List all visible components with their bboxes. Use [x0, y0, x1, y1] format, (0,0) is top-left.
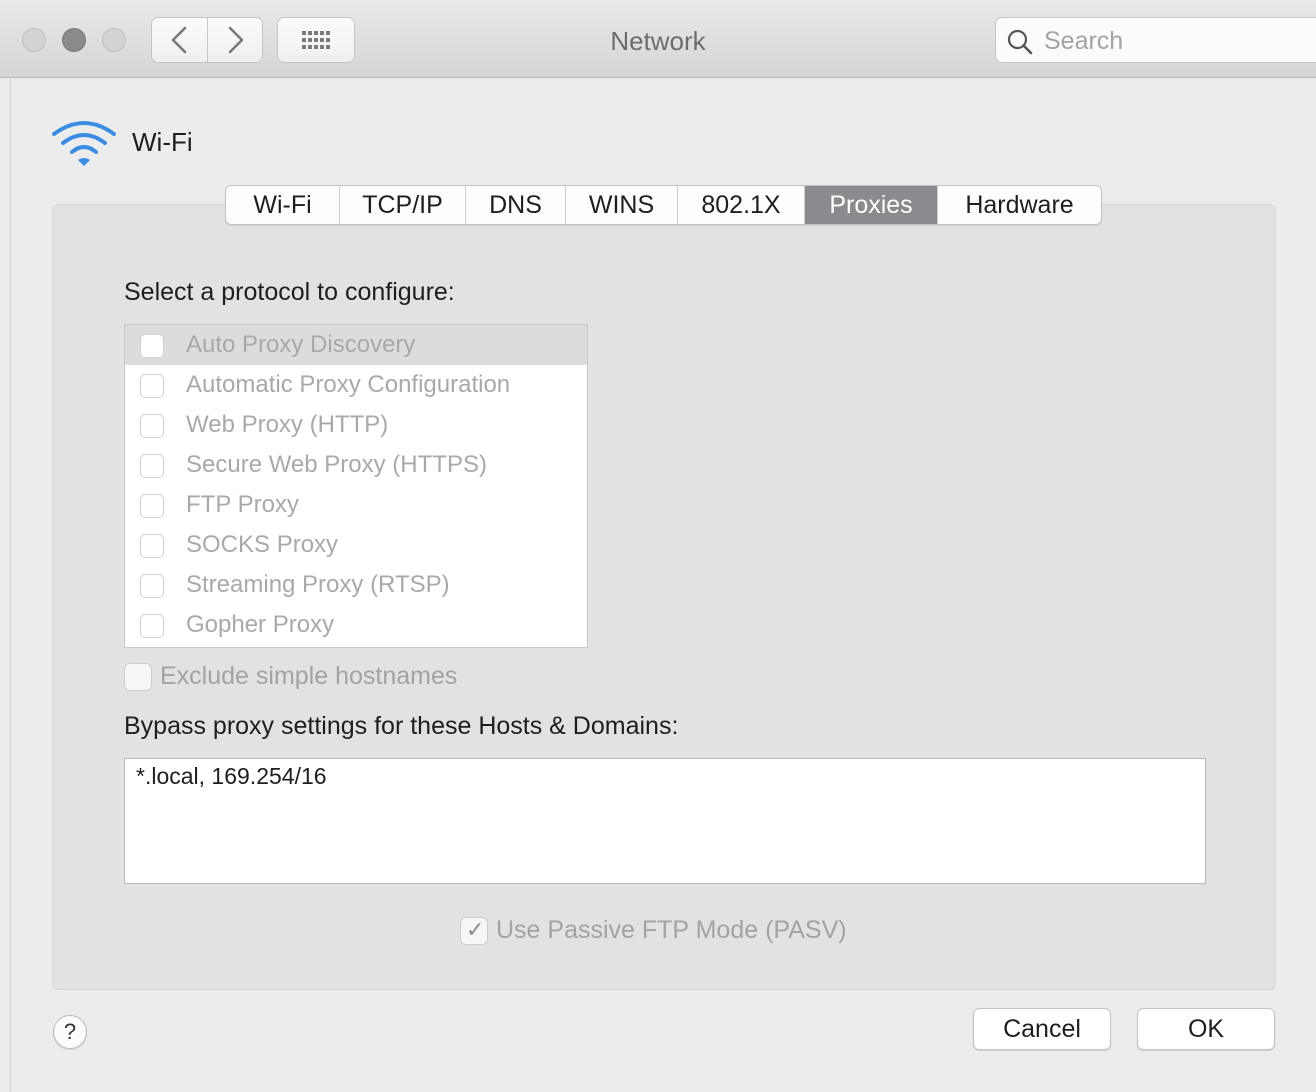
- protocol-checkbox[interactable]: [140, 334, 164, 358]
- protocol-row-gopher-proxy[interactable]: Gopher Proxy: [125, 605, 587, 645]
- title-bar: Network: [0, 0, 1316, 78]
- tab-hardware[interactable]: Hardware: [938, 186, 1101, 224]
- window-edge: [10, 78, 11, 1092]
- cancel-button[interactable]: Cancel: [973, 1008, 1111, 1050]
- tab-8021x[interactable]: 802.1X: [678, 186, 805, 224]
- protocol-row-web-proxy[interactable]: Web Proxy (HTTP): [125, 405, 587, 445]
- passive-ftp-checkbox[interactable]: ✓: [460, 917, 488, 945]
- protocol-label: Auto Proxy Discovery: [186, 331, 416, 358]
- protocol-row-auto-proxy-discovery[interactable]: Auto Proxy Discovery: [125, 325, 587, 365]
- help-button[interactable]: ?: [53, 1015, 87, 1049]
- tab-dns[interactable]: DNS: [466, 186, 566, 224]
- protocol-row-automatic-proxy-configuration[interactable]: Automatic Proxy Configuration: [125, 365, 587, 405]
- protocol-row-ftp-proxy[interactable]: FTP Proxy: [125, 485, 587, 525]
- protocol-label: SOCKS Proxy: [186, 531, 339, 558]
- protocol-checkbox[interactable]: [140, 574, 164, 598]
- search-icon: [1007, 29, 1033, 55]
- protocol-checkbox[interactable]: [140, 374, 164, 398]
- protocol-checkbox[interactable]: [140, 534, 164, 558]
- search-input[interactable]: [1042, 24, 1306, 58]
- protocol-label: Secure Web Proxy (HTTPS): [186, 451, 487, 478]
- wifi-icon: [52, 121, 116, 166]
- bypass-label: Bypass proxy settings for these Hosts & …: [124, 712, 679, 740]
- exclude-simple-hostnames-label: Exclude simple hostnames: [160, 662, 458, 690]
- passive-ftp-label: Use Passive FTP Mode (PASV): [496, 916, 847, 944]
- protocol-label: Gopher Proxy: [186, 611, 335, 638]
- tab-wins[interactable]: WINS: [566, 186, 678, 224]
- protocol-checkbox[interactable]: [140, 414, 164, 438]
- protocol-label: Web Proxy (HTTP): [186, 411, 389, 438]
- bypass-hosts-field[interactable]: *.local, 169.254/16: [124, 758, 1206, 884]
- protocol-row-secure-web-proxy[interactable]: Secure Web Proxy (HTTPS): [125, 445, 587, 485]
- tab-bar: Wi-Fi TCP/IP DNS WINS 802.1X Proxies Har…: [225, 185, 1102, 225]
- checkmark-icon: ✓: [466, 917, 485, 942]
- tab-tcpip[interactable]: TCP/IP: [340, 186, 466, 224]
- interface-name: Wi-Fi: [132, 127, 193, 157]
- exclude-simple-hostnames-checkbox[interactable]: [124, 663, 152, 691]
- protocol-checkbox[interactable]: [140, 614, 164, 638]
- ok-button[interactable]: OK: [1137, 1008, 1275, 1050]
- protocol-row-socks-proxy[interactable]: SOCKS Proxy: [125, 525, 587, 565]
- tab-proxies[interactable]: Proxies: [805, 186, 938, 224]
- search-field[interactable]: [995, 17, 1316, 63]
- protocol-checkbox[interactable]: [140, 454, 164, 478]
- protocol-list: Auto Proxy Discovery Automatic Proxy Con…: [124, 324, 588, 648]
- protocol-select-label: Select a protocol to configure:: [124, 278, 455, 306]
- tab-wifi[interactable]: Wi-Fi: [226, 186, 340, 224]
- protocol-row-streaming-proxy[interactable]: Streaming Proxy (RTSP): [125, 565, 587, 605]
- protocol-label: Automatic Proxy Configuration: [186, 371, 511, 398]
- protocol-checkbox[interactable]: [140, 494, 164, 518]
- protocol-label: Streaming Proxy (RTSP): [186, 571, 450, 598]
- protocol-label: FTP Proxy: [186, 491, 299, 518]
